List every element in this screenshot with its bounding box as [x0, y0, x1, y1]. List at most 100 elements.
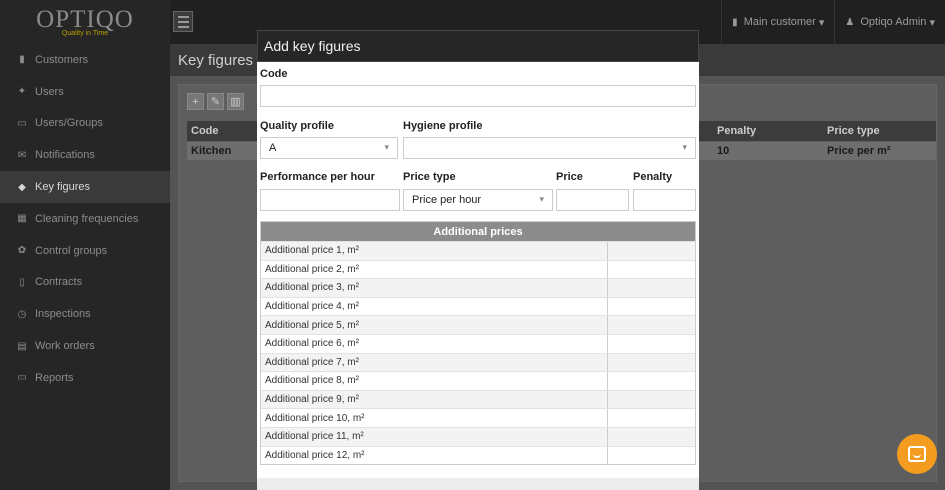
page-title: Key figures — [178, 52, 254, 69]
additional-price-row: Additional price 2, m² — [261, 259, 695, 279]
additional-price-input[interactable] — [608, 409, 695, 427]
additional-price-input[interactable] — [608, 447, 695, 465]
additional-price-input[interactable] — [608, 354, 695, 372]
col-header-code[interactable]: Code — [187, 121, 219, 141]
additional-price-label: Additional price 6, m² — [261, 334, 608, 353]
users-icon: ✦ — [17, 86, 27, 98]
customer-menu-label: Main customer — [743, 16, 816, 28]
dialog-title: Add key figures — [264, 38, 361, 54]
sidebar-item-users-groups[interactable]: ▭ Users/Groups — [0, 108, 170, 140]
price-input[interactable] — [556, 189, 629, 211]
monitor-icon: ▭ — [17, 372, 27, 384]
price-label: Price — [556, 171, 583, 183]
additional-price-input[interactable] — [608, 372, 695, 390]
additional-price-label: Additional price 9, m² — [261, 390, 608, 409]
additional-price-row: Additional price 8, m² — [261, 371, 695, 390]
sidebar-item-work-orders[interactable]: ▤ Work orders — [0, 330, 170, 362]
add-key-figures-dialog: Add key figures Code Quality profile A H… — [257, 30, 699, 490]
id-card-icon: ▭ — [17, 117, 27, 129]
user-icon: ♟ — [845, 16, 855, 28]
sidebar-item-customers[interactable]: ▮ Customers — [0, 44, 170, 76]
price-type-select[interactable]: Price per hour — [403, 189, 553, 211]
additional-price-label: Additional price 4, m² — [261, 297, 608, 316]
hamburger-icon — [177, 15, 189, 18]
sidebar: OPTIQO Quality in Time ▮ Customers ✦ Users ▭… — [0, 0, 170, 490]
additional-price-input[interactable] — [608, 279, 695, 297]
sidebar-item-label: Notifications — [35, 149, 95, 162]
sidebar-item-label: Cleaning frequencies — [35, 212, 139, 225]
cubes-icon: ✿ — [17, 245, 27, 257]
sidebar-item-key-figures[interactable]: ◆ Key figures — [0, 171, 170, 203]
additional-price-row: Additional price 11, m² — [261, 426, 695, 446]
sidebar-item-label: Reports — [35, 371, 74, 384]
add-button[interactable]: + — [187, 93, 204, 110]
additional-prices-table: Additional prices Additional price 1, m²… — [260, 221, 696, 466]
grid-toolbar: + ✎ ▥ — [187, 93, 244, 110]
calendar-icon: ▦ — [17, 213, 27, 225]
additional-price-row: Additional price 7, m² — [261, 352, 695, 372]
quality-profile-select[interactable]: A — [260, 137, 398, 159]
code-input[interactable] — [260, 85, 696, 107]
edit-button[interactable]: ✎ — [207, 93, 224, 110]
user-menu[interactable]: ♟ Optiqo Admin ▾ — [834, 0, 945, 44]
caret-down-icon: ▾ — [815, 16, 825, 29]
additional-price-label: Additional price 1, m² — [261, 242, 608, 260]
customer-menu[interactable]: ▮ Main customer ▾ — [721, 0, 834, 44]
dialog-header: Add key figures — [257, 30, 699, 62]
quality-profile-label: Quality profile — [260, 120, 334, 132]
additional-price-row: Additional price 6, m² — [261, 333, 695, 353]
additional-price-label: Additional price 11, m² — [261, 427, 608, 446]
sidebar-item-label: Key figures — [35, 181, 91, 194]
menu-toggle-button[interactable] — [173, 11, 193, 32]
additional-price-row: Additional price 4, m² — [261, 296, 695, 316]
sidebar-item-label: Contracts — [35, 276, 83, 289]
user-menu-label: Optiqo Admin — [860, 16, 927, 28]
clock-icon: ◷ — [17, 308, 27, 320]
sidebar-item-label: Work orders — [35, 340, 95, 353]
performance-input[interactable] — [260, 189, 400, 211]
chat-icon — [908, 446, 926, 462]
tag-icon: ◆ — [18, 181, 26, 193]
sidebar-item-control-groups[interactable]: ✿ Control groups — [0, 235, 170, 267]
cell-penalty: 10 — [717, 145, 730, 157]
sidebar-item-reports[interactable]: ▭ Reports — [0, 362, 170, 394]
logo[interactable]: OPTIQO Quality in Time — [0, 0, 170, 44]
cell-price-type: Price per m² — [827, 145, 891, 157]
sidebar-item-label: Customers — [35, 53, 89, 66]
additional-price-label: Additional price 3, m² — [261, 279, 608, 297]
delete-button[interactable]: ▥ — [227, 93, 244, 110]
sidebar-item-contracts[interactable]: ▯ Contracts — [0, 267, 170, 299]
penalty-label: Penalty — [633, 171, 673, 183]
price-type-label: Price type — [403, 171, 456, 183]
chat-launcher-button[interactable] — [897, 434, 937, 474]
sidebar-item-label: Control groups — [35, 244, 108, 257]
additional-price-label: Additional price 12, m² — [261, 446, 608, 465]
additional-price-input[interactable] — [608, 242, 695, 260]
additional-price-input[interactable] — [608, 261, 695, 279]
briefcase-icon: ▮ — [732, 16, 738, 28]
additional-price-label: Additional price 2, m² — [261, 260, 608, 279]
additional-price-row: Additional price 5, m² — [261, 315, 695, 334]
sidebar-item-notifications[interactable]: ✉ Notifications — [0, 139, 170, 171]
col-header-price-type[interactable]: Price type — [823, 121, 880, 141]
sidebar-item-cleaning-frequencies[interactable]: ▦ Cleaning frequencies — [0, 203, 170, 235]
hygiene-profile-select[interactable] — [403, 137, 696, 159]
sidebar-item-label: Inspections — [35, 308, 91, 321]
logo-tagline: Quality in Time — [61, 29, 109, 37]
performance-label: Performance per hour — [260, 171, 375, 183]
col-header-penalty[interactable]: Penalty — [713, 121, 756, 141]
additional-price-row: Additional price 12, m² — [261, 445, 695, 465]
additional-price-input[interactable] — [608, 391, 695, 409]
additional-price-input[interactable] — [608, 428, 695, 446]
additional-price-input[interactable] — [608, 316, 695, 334]
briefcase-icon: ▮ — [19, 54, 25, 66]
additional-price-label: Additional price 7, m² — [261, 353, 608, 372]
list-icon: ▤ — [17, 340, 27, 352]
sidebar-item-users[interactable]: ✦ Users — [0, 76, 170, 108]
envelope-icon: ✉ — [17, 149, 27, 161]
additional-price-input[interactable] — [608, 335, 695, 353]
additional-price-label: Additional price 8, m² — [261, 372, 608, 390]
sidebar-item-inspections[interactable]: ◷ Inspections — [0, 298, 170, 330]
additional-price-input[interactable] — [608, 298, 695, 316]
penalty-input[interactable] — [633, 189, 696, 211]
